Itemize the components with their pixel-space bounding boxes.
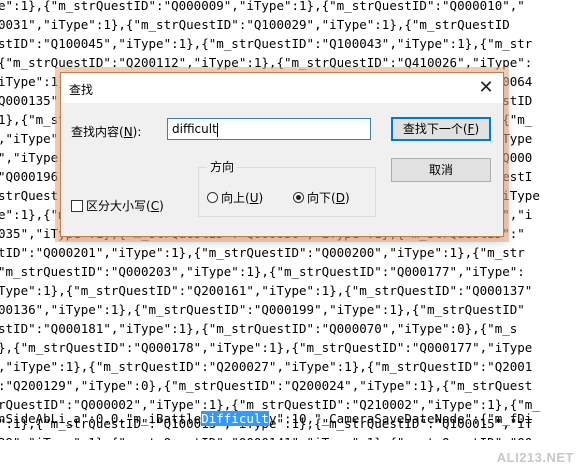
watermark-logo: ALI213.NET: [496, 450, 574, 465]
search-match-highlight: Difficult: [201, 411, 269, 426]
editor-line: 0031","iType":1},{"m_strQuestID":"Q10002…: [0, 17, 510, 32]
find-next-text: 查找下一个(: [402, 122, 468, 136]
find-what-value: difficult: [172, 122, 217, 136]
find-next-end: ): [474, 122, 480, 136]
find-what-label: 查找内容(N):: [71, 123, 141, 140]
editor-line: {"m_strQuestID":"Q200112","iType":1},{"m…: [0, 55, 533, 70]
cancel-button[interactable]: 取消: [391, 158, 491, 182]
find-what-input[interactable]: difficult: [167, 118, 371, 140]
find-next-button[interactable]: 查找下一个(F): [391, 117, 491, 141]
editor-line: },{"m_strQuestID":"Q000178","iType":1},{…: [0, 340, 533, 355]
direction-up-radio[interactable]: 向上(U): [207, 189, 263, 206]
editor-line: Type":1},{"m_strQuestID":"Q200161","iTyp…: [0, 283, 533, 298]
dialog-body: 查找内容(N): difficult 查找下一个(F) 取消 方向 向上(U) …: [61, 103, 503, 236]
direction-group: 方向 向上(U) 向下(D): [198, 158, 376, 217]
find-label-end: ):: [132, 125, 142, 139]
up-key: U: [249, 190, 259, 205]
match-line-after: y":10,"_CameraSaveDateNode":{"m_fDi: [268, 411, 533, 426]
match-case-checkbox[interactable]: 区分大小写(C): [71, 197, 164, 214]
match-case-key: C: [150, 198, 160, 213]
footer-area: ALI213.NET: [0, 440, 580, 469]
editor-line: e":1},{"m_strQuestID":"Q000009","iType":…: [0, 0, 525, 13]
direction-label: 方向: [207, 158, 238, 175]
direction-down-radio[interactable]: 向下(D): [293, 189, 350, 206]
down-text: 向下(: [307, 191, 336, 205]
close-icon[interactable]: ✕: [475, 77, 497, 99]
find-dialog: 查找 ✕ 查找内容(N): difficult 查找下一个(F) 取消 方向 向…: [60, 72, 504, 237]
down-end: ): [344, 190, 350, 205]
find-label-text: 查找内容(: [71, 125, 124, 139]
match-case-end: ): [159, 198, 164, 213]
editor-line: stID":"Q000181","iType":1},{"m_strQuestI…: [0, 321, 518, 336]
editor-line: stID":"Q100045","iType":1},{"m_strQuestI…: [0, 36, 533, 51]
find-label-key: N: [123, 125, 133, 139]
match-case-box[interactable]: [71, 199, 83, 212]
editor-line-match: nSideAbLi_a":0.0,"m_iBattleDifficulty":1…: [0, 409, 532, 428]
editor-line: 00136","iType":1},{"m_strQuestID":"Q0001…: [0, 302, 525, 317]
up-end: ): [258, 190, 264, 205]
dialog-title: 查找: [69, 83, 94, 97]
match-line-before: nSideAbLi_a":0.0,"m_iBattle: [0, 411, 202, 426]
match-case-text: 区分大小写(: [86, 199, 151, 213]
editor-line: ,"iType":1},{"m_strQuestID":"Q200027","i…: [0, 359, 533, 374]
editor-line: tID":"Q000201","iType":1},{"m_strQuestID…: [0, 245, 525, 260]
editor-line: :"Q200129","iType":0},{"m_strQuestID":"Q…: [0, 378, 533, 393]
radio-down-circle[interactable]: [293, 192, 304, 203]
down-key: D: [335, 190, 345, 205]
editor-line: "m_strQuestID":"Q000203","iType":1},{"m_…: [0, 264, 525, 279]
dialog-titlebar[interactable]: 查找 ✕: [61, 73, 503, 103]
editor-line: 39","iType":1},{"m_strQuestID":"Q000141"…: [0, 433, 532, 440]
text-cursor: [216, 122, 218, 137]
radio-up-circle[interactable]: [207, 192, 218, 203]
up-text: 向上(: [221, 191, 250, 205]
